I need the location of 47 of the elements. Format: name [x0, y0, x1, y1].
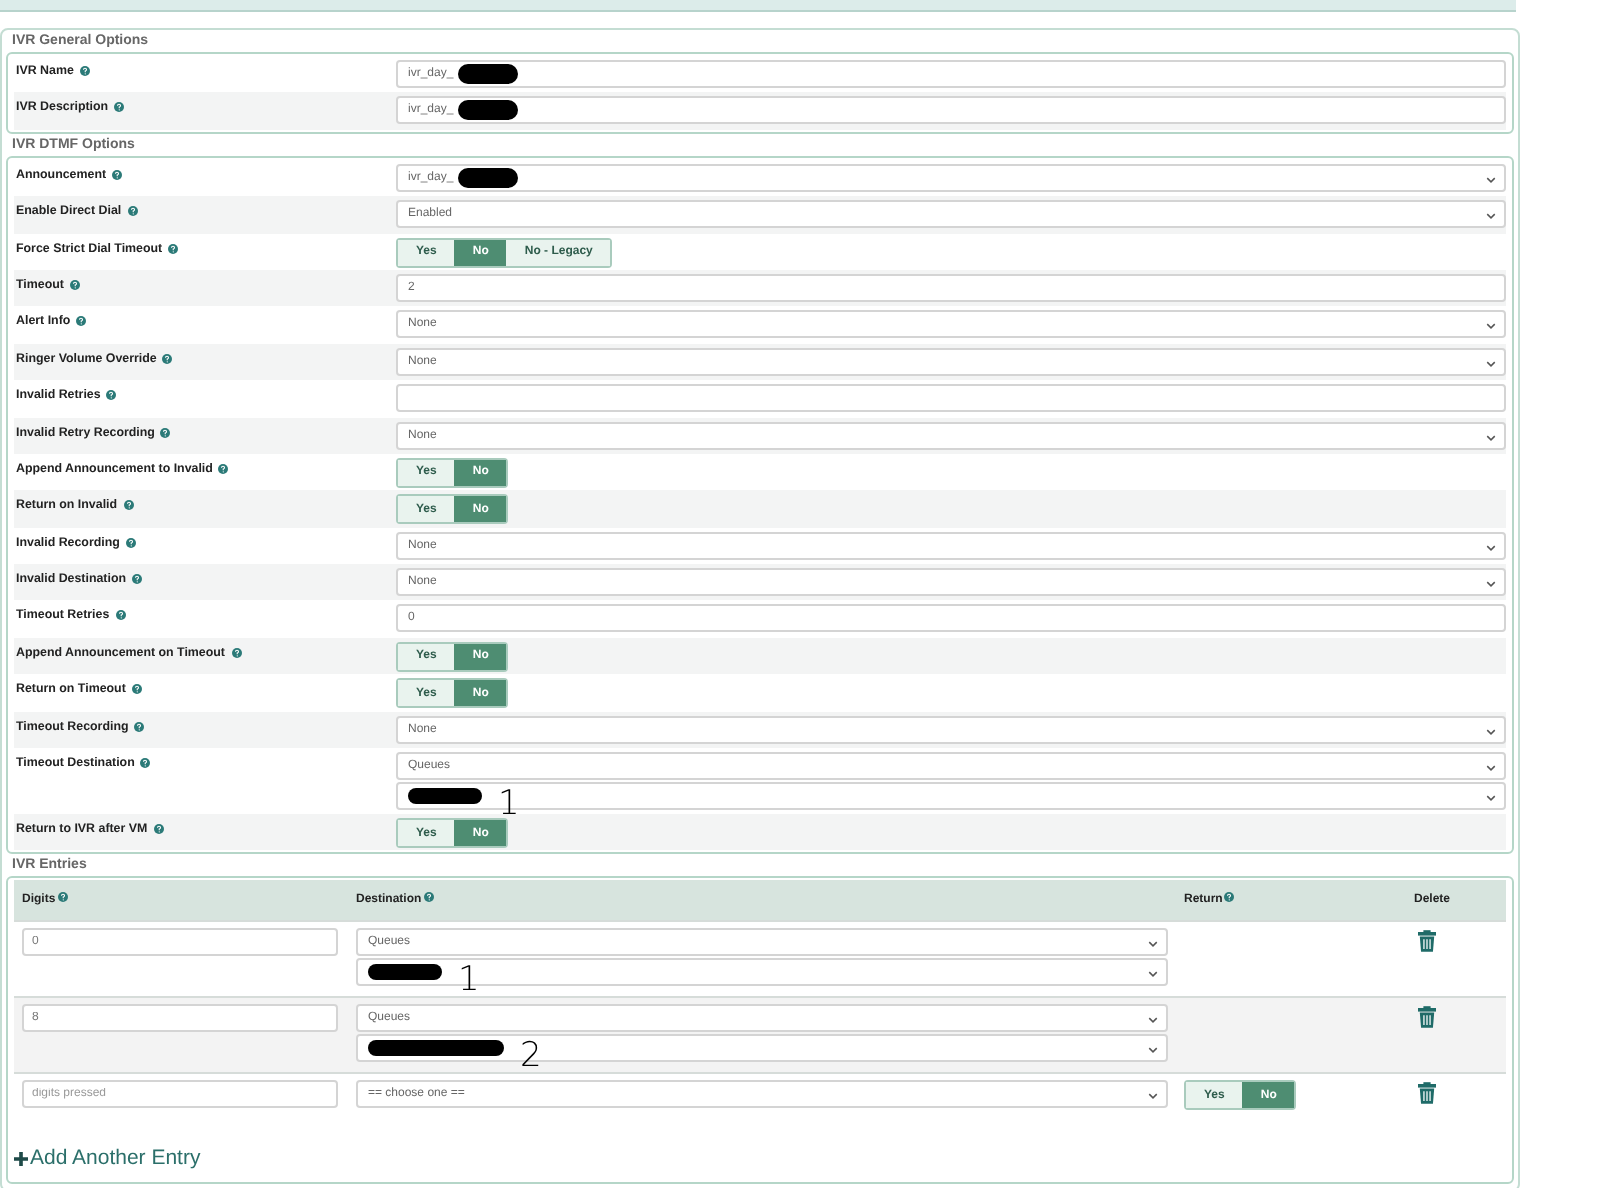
text-field[interactable] [396, 384, 1506, 413]
help-icon[interactable] [79, 66, 90, 76]
help-icon[interactable] [160, 427, 171, 438]
help-icon[interactable] [132, 574, 143, 585]
chevron-down-icon [1486, 764, 1496, 773]
help-icon[interactable] [112, 169, 123, 180]
chevron-down-icon [1148, 1092, 1158, 1101]
help-icon[interactable] [1224, 891, 1235, 902]
chevron-down-icon [1148, 940, 1158, 949]
chevron-down-icon [1486, 212, 1496, 221]
chevron-down-icon [1148, 970, 1158, 979]
help-icon[interactable] [218, 463, 229, 474]
help-icon[interactable] [114, 102, 125, 113]
chevron-down-icon [1486, 433, 1496, 442]
help-icon[interactable] [162, 353, 173, 364]
help-icon[interactable] [134, 721, 145, 732]
select-field[interactable]: 1 [356, 958, 1168, 987]
help-icon[interactable] [423, 891, 434, 902]
trash-icon[interactable] [1418, 1006, 1436, 1029]
help-icon[interactable] [231, 647, 241, 658]
help-icon[interactable] [76, 316, 87, 327]
help-icon[interactable] [153, 824, 164, 835]
select-field[interactable]: 2 [356, 1034, 1168, 1063]
chevron-down-icon [1486, 794, 1496, 803]
chevron-down-icon [1148, 1016, 1158, 1025]
help-icon[interactable] [140, 758, 151, 769]
add-entry-link[interactable]: Add Another Entry [14, 1146, 1506, 1171]
help-icon[interactable] [125, 537, 136, 548]
help-icon[interactable] [69, 279, 80, 290]
trash-icon[interactable] [1418, 930, 1436, 953]
chevron-down-icon [1486, 580, 1496, 589]
trash-icon[interactable] [1418, 1082, 1436, 1105]
help-icon[interactable] [127, 206, 138, 217]
help-icon[interactable] [131, 684, 142, 695]
chevron-down-icon [1486, 727, 1496, 736]
help-icon[interactable] [123, 500, 134, 511]
help-icon[interactable] [115, 610, 126, 621]
plus-icon [14, 1151, 28, 1166]
chevron-down-icon [1486, 359, 1496, 368]
help-icon[interactable] [168, 243, 179, 254]
chevron-down-icon [1486, 322, 1496, 331]
chevron-down-icon [1486, 543, 1496, 552]
chevron-down-icon [1486, 175, 1496, 184]
chevron-down-icon [1148, 1046, 1158, 1055]
select-field[interactable]: 1 [396, 782, 1506, 811]
help-icon[interactable] [57, 891, 68, 902]
help-icon[interactable] [106, 390, 117, 401]
